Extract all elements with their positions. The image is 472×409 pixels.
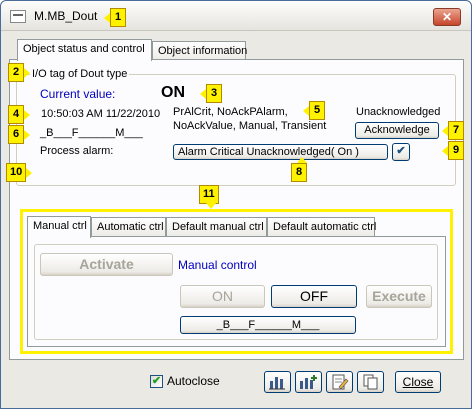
edit-document-button[interactable] (326, 371, 353, 393)
alarm-flags-line2: NoAckValue, Manual, Transient (173, 120, 327, 132)
dialog-window: M.MB_Dout ✕ Object status and control Ob… (0, 0, 472, 409)
callout-arrow-11 (206, 203, 216, 209)
chart-plus-button[interactable] (295, 371, 322, 393)
copy-icon (363, 374, 378, 390)
close-button[interactable]: Close (395, 371, 441, 393)
callout-badge-2: 2 (8, 63, 30, 82)
callout-badge-8: 8 (291, 163, 307, 182)
tab-object-status-and-control[interactable]: Object status and control (17, 39, 152, 61)
alarm-flags-line1: PrAlCrit, NoAckPAlarm, (173, 106, 288, 118)
execute-button[interactable]: Execute (366, 285, 432, 308)
tab-default-automatic-ctrl[interactable]: Default automatic ctrl (267, 217, 376, 237)
callout-badge-1: 1 (104, 8, 126, 27)
tab-manual-ctrl[interactable]: Manual ctrl (27, 216, 91, 238)
chart-add-icon (300, 375, 317, 389)
title-bar[interactable]: M.MB_Dout ✕ (1, 1, 471, 31)
activate-button[interactable]: Activate (40, 253, 173, 276)
window-close-button[interactable]: ✕ (433, 8, 461, 26)
tab-automatic-ctrl[interactable]: Automatic ctrl (91, 217, 166, 237)
check-icon: ✔ (151, 375, 162, 387)
bar-chart-icon (269, 377, 285, 390)
callout-badge-10: 10 (6, 163, 33, 182)
callout-arrow-8 (297, 157, 307, 163)
manual-control-label: Manual control (178, 258, 257, 272)
callout-badge-3: 3 (200, 84, 222, 103)
alarm-confirm-button[interactable]: ✔ (392, 143, 410, 161)
flag-string: _B___F______M___ (40, 127, 143, 139)
process-alarm-label: Process alarm: (40, 145, 114, 157)
current-value-label: Current value: (40, 87, 116, 101)
close-button-label: Close (402, 375, 434, 389)
callout-badge-5: 5 (303, 101, 325, 120)
tab-default-manual-ctrl[interactable]: Default manual ctrl (166, 217, 267, 237)
timestamp: 10:50:03 AM 11/22/2010 (41, 108, 161, 120)
callout-badge-11: 11 (199, 185, 219, 204)
off-button[interactable]: OFF (271, 285, 357, 308)
edit-document-icon (332, 374, 349, 390)
flag-toggle-button[interactable]: _B___F______M___ (180, 316, 356, 334)
autoclose-label: Autoclose (167, 374, 220, 388)
callout-badge-6: 6 (8, 125, 30, 144)
copy-button[interactable] (357, 371, 384, 393)
bar-chart-button[interactable] (264, 371, 291, 393)
callout-badge-4: 4 (8, 105, 30, 124)
io-tag-caption: I/O tag of Dout type (30, 68, 130, 80)
autoclose-checkbox[interactable]: ✔ (150, 375, 163, 388)
tab-object-information[interactable]: Object information (152, 41, 247, 61)
window-icon (10, 10, 26, 23)
callout-badge-7: 7 (442, 121, 464, 140)
check-icon: ✔ (396, 145, 406, 157)
ack-state: Unacknowledged (356, 106, 441, 118)
manual-ctrl-panel: Activate Manual control ON OFF Execute _… (27, 236, 446, 347)
callout-badge-9: 9 (442, 141, 464, 160)
current-value: ON (161, 84, 185, 101)
window-title: M.MB_Dout (34, 9, 98, 23)
acknowledge-button[interactable]: Acknowledge (355, 122, 439, 139)
on-button[interactable]: ON (180, 285, 265, 308)
process-alarm-button[interactable]: Alarm Critical Unacknowledged( On ) (173, 144, 388, 160)
